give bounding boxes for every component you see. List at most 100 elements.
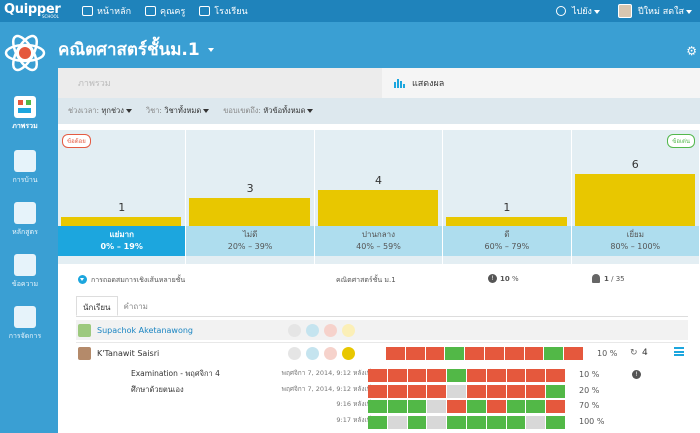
band-range: 0% – 19% xyxy=(100,242,143,251)
score-band: เยี่ยม 80% – 100% xyxy=(571,226,699,256)
bar-chart-icon xyxy=(394,79,405,88)
answer-cell xyxy=(447,400,466,413)
answer-cell xyxy=(526,369,546,382)
answer-cell xyxy=(445,347,465,360)
answer-cell xyxy=(368,415,387,429)
student-row[interactable]: K'Tanawit Saisri 10 % ↻ 4 xyxy=(76,342,688,364)
class-title-dropdown[interactable]: คณิตศาสตร์ชั้นม.1 xyxy=(58,36,214,63)
chevron-down-icon xyxy=(307,109,314,113)
answer-cell xyxy=(427,400,447,413)
gold-medal-icon xyxy=(342,323,355,337)
sidebar-item-overview[interactable]: ภาพรวม xyxy=(0,96,50,132)
info-icon[interactable]: ! xyxy=(632,370,641,379)
attempt-label: Examination - พฤศจิกา 4 xyxy=(131,369,220,378)
language-menu[interactable]: ไปยัง xyxy=(572,4,600,18)
attempt-row: 9:16 หลังเที่ยง 70 % xyxy=(58,399,700,414)
student-row[interactable]: Supachok Aketanawong xyxy=(76,320,688,340)
answer-cell xyxy=(564,347,583,360)
home-icon xyxy=(82,6,93,16)
bar-value-label: 3 xyxy=(246,182,254,195)
chart-column[interactable]: 1 แย่มาก 0% – 19% ข้อด้อย xyxy=(58,130,187,264)
answer-cell xyxy=(368,384,387,398)
bar-value-label: 1 xyxy=(118,200,126,214)
answer-cell xyxy=(486,415,506,429)
subject-filter[interactable]: วิชา: วิชาทั้งหมด xyxy=(146,105,210,117)
blue-medal-icon xyxy=(306,323,319,337)
chart-column[interactable]: 6 เยี่ยม 80% – 100% ข้อเด่น xyxy=(571,130,700,264)
answer-cell xyxy=(484,347,504,360)
answer-cell xyxy=(387,369,407,382)
menu-icon[interactable] xyxy=(674,347,684,356)
answer-cell xyxy=(466,369,486,382)
chevron-down-icon xyxy=(203,109,210,113)
chart-column[interactable]: 1 ดี 60% – 79% xyxy=(443,130,572,264)
nav-school[interactable]: โรงเรียน xyxy=(199,4,248,18)
answer-cell xyxy=(447,415,466,429)
weak-tag: ข้อด้อย xyxy=(62,134,91,148)
band-name: ดี xyxy=(504,230,510,239)
tab-results[interactable]: แสดงผล xyxy=(382,68,700,98)
medal-slots xyxy=(288,323,355,337)
attempt-percent: 20 % xyxy=(579,385,600,395)
sidebar-item-curriculum[interactable]: หลักสูตร xyxy=(0,202,50,238)
sidebar-item-management[interactable]: การจัดการ xyxy=(0,306,50,342)
answer-cell xyxy=(526,400,546,413)
answer-cell xyxy=(546,415,565,429)
main-panel: ภาพรวม แสดงผล ช่วงเวลา: ทุกช่วง วิชา: วิ… xyxy=(58,68,700,433)
user-avatar xyxy=(617,4,632,18)
answer-cell xyxy=(506,400,526,413)
attempt-row: Examination - พฤศจิกา 4 พฤศจิกา 7, 2014, … xyxy=(58,368,700,383)
answer-cell xyxy=(546,369,565,382)
bar-value-label: 4 xyxy=(374,174,382,187)
chart-bar xyxy=(189,198,310,226)
answer-cell xyxy=(386,347,405,360)
answer-cell xyxy=(504,347,524,360)
avatar xyxy=(78,323,91,337)
attempt-row: ศึกษาด้วยตนเอง พฤศจิกา 7, 2014, 9:12 หลัง… xyxy=(58,384,700,399)
subtab-questions[interactable]: คำถาม xyxy=(118,296,154,316)
score-band: ปานกลาง 40% – 59% xyxy=(314,226,443,256)
crown-icon xyxy=(342,347,355,360)
teacher-icon xyxy=(145,6,157,16)
attempt-time: 9:16 หลังเที่ยง xyxy=(336,400,378,408)
answer-cell xyxy=(407,415,427,429)
chart-column[interactable]: 4 ปานกลาง 40% – 59% xyxy=(314,130,444,264)
subtab-students[interactable]: นักเรียน xyxy=(76,296,118,316)
red-medal-icon xyxy=(324,347,337,360)
chart-column[interactable]: 3 ไม่ดี 20% – 39% xyxy=(186,130,315,264)
scope-filter[interactable]: ขอบเขตถึง: หัวข้อทั้งหมด xyxy=(223,105,314,117)
bar-value-label: 1 xyxy=(503,200,511,214)
answer-cell xyxy=(465,347,484,360)
answer-cell xyxy=(368,400,387,413)
nav-teacher[interactable]: คุณครู xyxy=(145,4,185,18)
attempt-label: ศึกษาด้วยตนเอง xyxy=(131,384,184,394)
attempt-percent: 100 % xyxy=(579,416,605,426)
management-icon xyxy=(14,306,36,328)
top-navbar: Quipper SCHOOL หน้าหลัก คุณครู โรงเรียน … xyxy=(0,0,700,22)
answer-cell xyxy=(466,384,486,398)
tab-overview[interactable]: ภาพรวม xyxy=(58,68,382,98)
period-filter[interactable]: ช่วงเวลา: ทุกช่วง xyxy=(68,105,132,117)
answer-cell xyxy=(407,369,427,382)
user-menu[interactable]: ปีใหม่ สดใส xyxy=(638,4,692,18)
sidebar-item-homework[interactable]: การบ้าน xyxy=(0,150,50,186)
answer-cell xyxy=(526,384,546,398)
answer-cell xyxy=(447,369,466,382)
band-range: 80% – 100% xyxy=(610,242,661,251)
nav-home[interactable]: หน้าหลัก xyxy=(82,4,131,18)
score-band: ไม่ดี 20% – 39% xyxy=(186,226,314,256)
answer-cell xyxy=(427,384,447,398)
topic-summary-row[interactable]: การถอดสมการเชิงเส้นหลายชั้น คณิตศาสตร์ชั… xyxy=(58,272,700,288)
answer-cell xyxy=(544,347,564,360)
globe-icon xyxy=(556,6,567,16)
expand-icon[interactable] xyxy=(78,275,87,284)
answer-cell xyxy=(387,415,407,429)
attempt-time: พฤศจิกา 7, 2014, 9:12 หลังเที่ยง xyxy=(281,384,378,393)
chart-bar xyxy=(574,174,695,226)
gear-icon[interactable]: ⚙ xyxy=(686,44,697,58)
attempt-time: พฤศจิกา 7, 2014, 9:12 หลังเที่ยง xyxy=(281,369,378,377)
sidebar-item-messages[interactable]: ข้อความ xyxy=(0,254,50,290)
filter-bar: ช่วงเวลา: ทุกช่วง วิชา: วิชาทั้งหมด ขอบเ… xyxy=(58,98,700,124)
quipper-logo[interactable]: Quipper SCHOOL xyxy=(4,2,64,20)
bar-value-label: 6 xyxy=(631,158,639,171)
